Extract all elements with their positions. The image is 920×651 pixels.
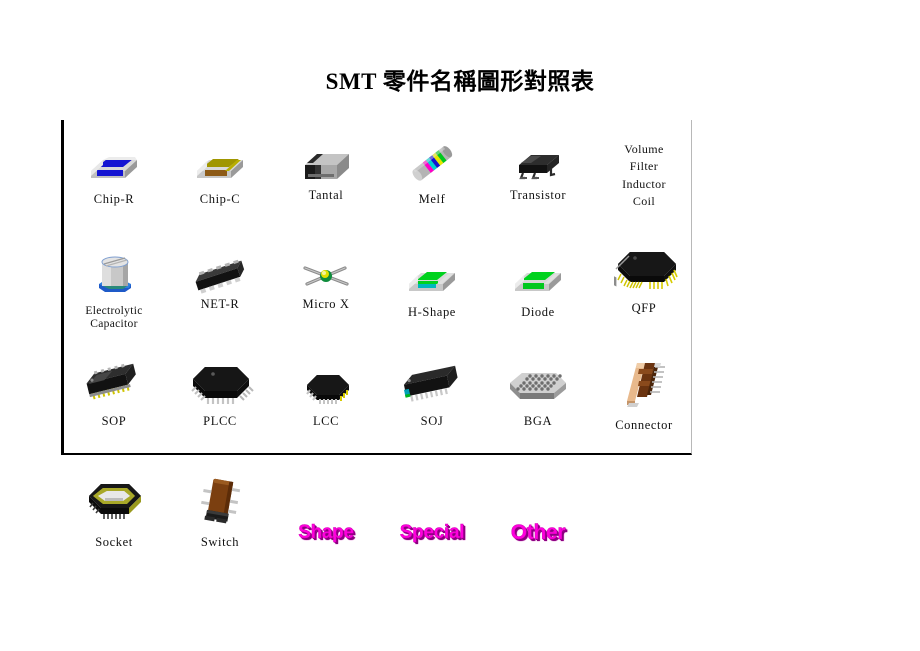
wordart-label: Shape (298, 522, 354, 543)
melf-icon (403, 127, 461, 185)
component-cell-net-r[interactable]: NET-R (167, 240, 273, 352)
component-cell-melf[interactable]: Melf (379, 127, 485, 239)
page-title: SMT 零件名稱圖形對照表 (325, 69, 595, 94)
component-cell-chip-c[interactable]: Chip-C (167, 127, 273, 239)
component-cell-switch[interactable]: Switch (167, 470, 273, 560)
component-cell-socket[interactable]: Socket (61, 470, 167, 560)
component-cell-micro-x[interactable]: Micro X (273, 240, 379, 352)
component-label: Diode (521, 305, 555, 319)
switch-icon (190, 470, 250, 528)
lcc-icon (295, 353, 357, 411)
component-cell-tantal[interactable]: Tantal (273, 127, 379, 239)
transistor-icon (507, 127, 569, 185)
tantal-icon (295, 127, 357, 185)
component-label: Electrolytic Capacitor (85, 305, 143, 331)
component-cell-transistor[interactable]: Transistor (485, 127, 591, 239)
component-row: SOP PLCC LCC SOJ BGA Connector (61, 353, 701, 465)
component-label: Melf (418, 192, 446, 206)
component-label: Tantal (308, 188, 344, 202)
component-cell-chip-r[interactable]: Chip-R (61, 127, 167, 239)
component-cell-diode[interactable]: Diode (485, 240, 591, 352)
component-label: SOP (101, 414, 127, 428)
component-cell-plcc[interactable]: PLCC (167, 353, 273, 465)
connector-icon (611, 353, 677, 411)
plcc-icon (183, 353, 257, 411)
component-label: Connector (615, 418, 673, 432)
wordart-label: Other (510, 521, 566, 544)
net-r-icon (185, 240, 255, 298)
soj-icon (393, 353, 471, 411)
chip-c-icon (189, 127, 251, 185)
diode-icon (507, 240, 569, 298)
component-row: Electrolytic Capacitor NET-R Micro X H-S… (61, 240, 701, 352)
component-cell-qfp[interactable]: QFP (591, 240, 697, 352)
h-shape-icon (401, 240, 463, 298)
component-cell-electrolytic-capacitor[interactable]: Electrolytic Capacitor (61, 240, 167, 352)
bga-icon (502, 353, 574, 411)
electrolytic-capacitor-icon (85, 240, 143, 298)
component-label: Socket (95, 535, 133, 549)
wordart-cell-special[interactable]: Special (379, 470, 485, 560)
component-cell-bga[interactable]: BGA (485, 353, 591, 465)
component-label: BGA (523, 414, 553, 428)
component-label: Micro X (302, 297, 350, 311)
component-label: Volume Filter Inductor Coil (622, 142, 666, 209)
component-label: Transistor (509, 188, 567, 202)
component-row: Chip-R Chip-C Tantal Melf Transistor Vol… (61, 127, 701, 239)
component-label: Chip-R (93, 192, 135, 206)
component-cell-volume-filter-inductor-coil[interactable]: Volume Filter Inductor Coil (591, 127, 697, 239)
component-cell-lcc[interactable]: LCC (273, 353, 379, 465)
component-cell-connector[interactable]: Connector (591, 353, 697, 465)
component-label: H-Shape (408, 305, 456, 319)
sop-icon (76, 353, 152, 411)
socket-icon (81, 470, 147, 528)
micro-x-icon (295, 240, 357, 298)
component-grid: Chip-R Chip-C Tantal Melf Transistor Vol… (61, 120, 701, 455)
component-label: Switch (200, 535, 240, 549)
component-label: NET-R (200, 297, 240, 311)
component-label: QFP (631, 301, 657, 315)
component-label: LCC (312, 414, 340, 428)
component-cell-soj[interactable]: SOJ (379, 353, 485, 465)
component-label: SOJ (420, 414, 444, 428)
qfp-icon (606, 240, 682, 298)
component-cell-h-shape[interactable]: H-Shape (379, 240, 485, 352)
chip-r-icon (83, 127, 145, 185)
wordart-label: Special (399, 522, 465, 543)
wordart-cell-shape[interactable]: Shape (273, 470, 379, 560)
component-cell-sop[interactable]: SOP (61, 353, 167, 465)
bottom-component-row: Socket Switch Shape Special Other (61, 470, 701, 560)
component-label: Chip-C (199, 192, 241, 206)
wordart-cell-other[interactable]: Other (485, 470, 591, 560)
component-label: PLCC (203, 414, 237, 428)
